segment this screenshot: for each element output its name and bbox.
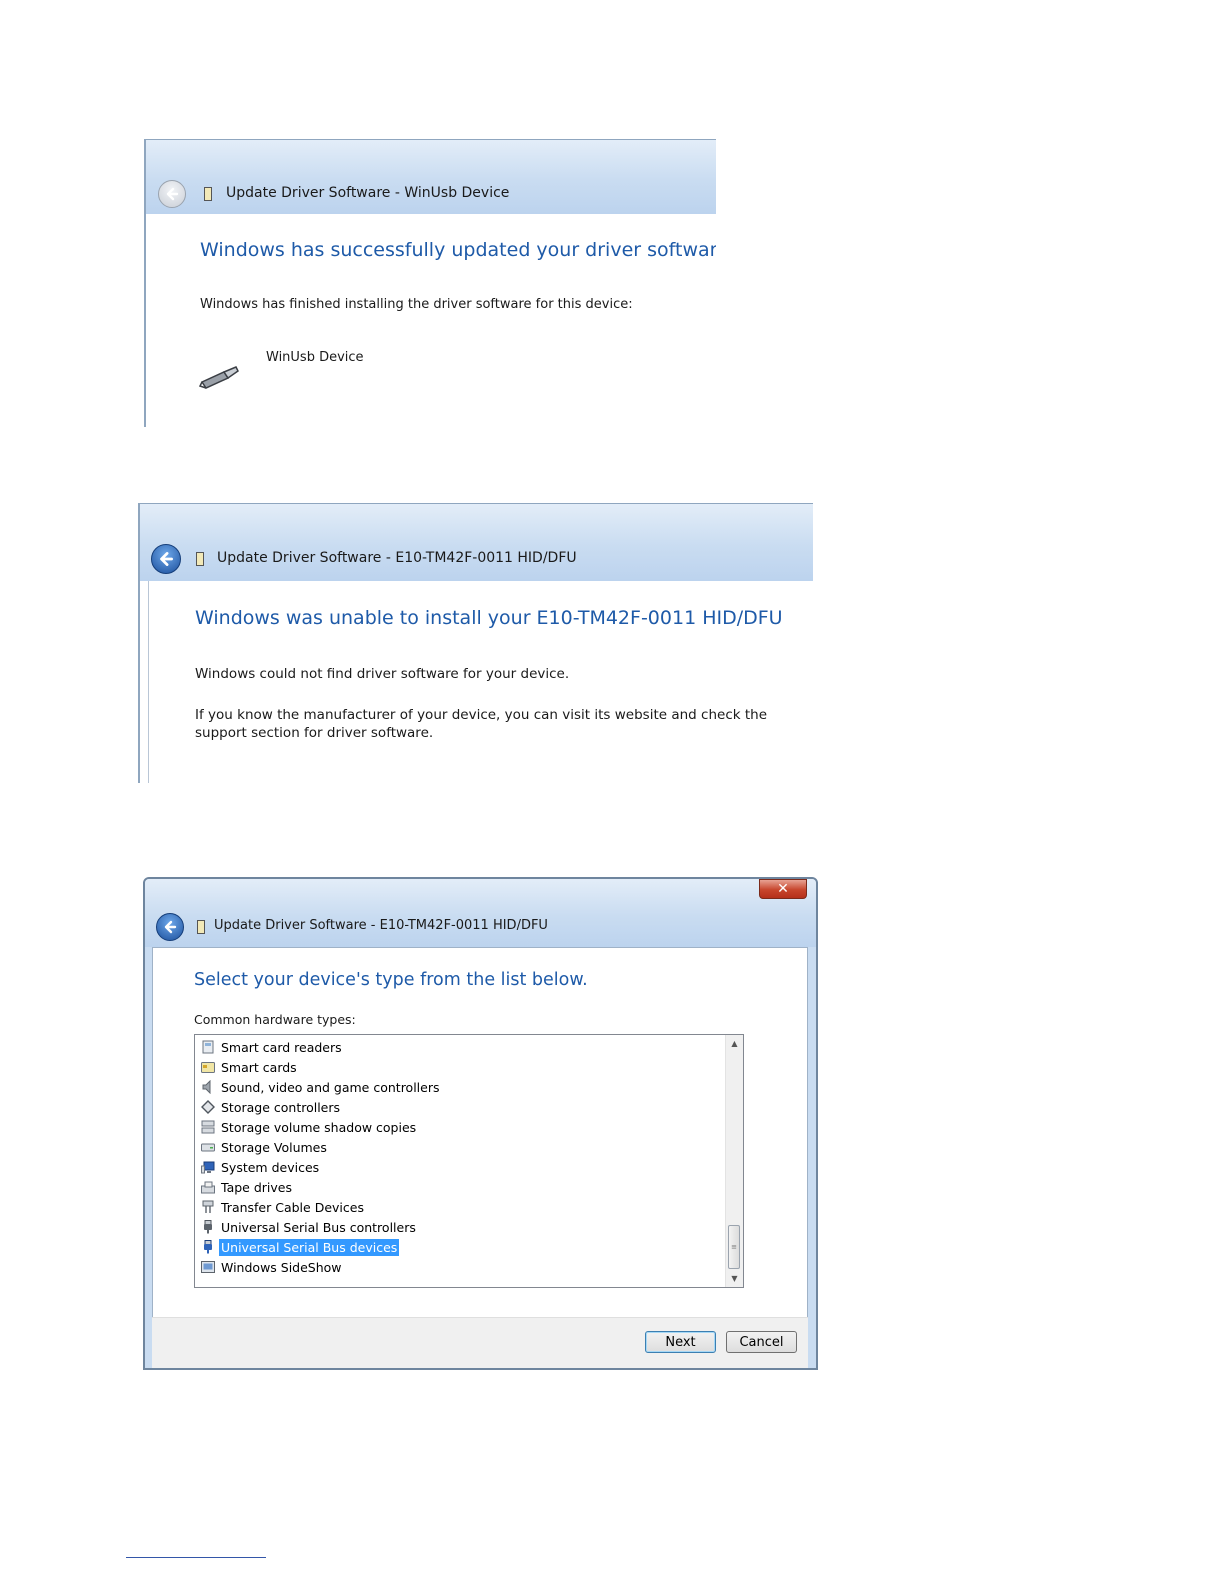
sideshow-icon: [201, 1260, 215, 1274]
select-heading: Select your device's type from the list …: [194, 970, 588, 990]
failure-advice: If you know the manufacturer of your dev…: [195, 707, 768, 741]
list-item-shadow-copies[interactable]: Storage volume shadow copies: [201, 1117, 418, 1137]
dialog-failure-content: Windows was unable to install your E10-T…: [148, 581, 813, 783]
list-item-storage-volumes[interactable]: Storage Volumes: [201, 1137, 329, 1157]
dialog-success: Update Driver Software - WinUsb Device W…: [144, 139, 716, 427]
speaker-icon: [201, 1080, 215, 1094]
dialog-title: Update Driver Software - WinUsb Device: [226, 185, 510, 201]
dialog-success-titlebar: Update Driver Software - WinUsb Device: [146, 140, 716, 214]
dialog-select-footer: Next Cancel: [152, 1317, 808, 1368]
shadow-copy-icon: [201, 1120, 215, 1134]
success-heading: Windows has successfully updated your dr…: [200, 239, 716, 261]
list-scrollbar[interactable]: ▲ ≡ ▼: [725, 1035, 743, 1287]
back-button[interactable]: [151, 544, 181, 574]
scroll-thumb[interactable]: ≡: [728, 1225, 740, 1269]
list-item-label: Windows SideShow: [221, 1259, 342, 1275]
list-item-smart-cards[interactable]: Smart cards: [201, 1057, 299, 1077]
list-item-label: Universal Serial Bus devices: [219, 1238, 400, 1256]
tape-drive-icon: [201, 1180, 215, 1194]
dialog-select-device: ✕ Update Driver Software - E10-TM42F-001…: [143, 877, 818, 1370]
hardware-type-list[interactable]: Smart card readers Smart cards Sound, vi…: [194, 1034, 744, 1288]
close-button[interactable]: ✕: [759, 879, 807, 899]
dialog-failure: Update Driver Software - E10-TM42F-0011 …: [138, 503, 813, 783]
transfer-cable-icon: [201, 1200, 215, 1214]
scroll-down-arrow-icon[interactable]: ▼: [726, 1270, 743, 1287]
list-item-storage-controllers[interactable]: Storage controllers: [201, 1097, 342, 1117]
list-item-label: Smart cards: [221, 1059, 297, 1075]
back-button[interactable]: [156, 913, 184, 941]
dialog-failure-titlebar: Update Driver Software - E10-TM42F-0011 …: [140, 504, 813, 581]
back-arrow-icon: [166, 187, 179, 201]
dialog-title: Update Driver Software - E10-TM42F-0011 …: [214, 918, 548, 933]
dialog-title: Update Driver Software - E10-TM42F-0011 …: [217, 550, 577, 566]
footnote-rule: [126, 1557, 266, 1558]
cancel-button[interactable]: Cancel: [726, 1331, 797, 1353]
list-item-sound-video-game[interactable]: Sound, video and game controllers: [201, 1077, 442, 1097]
back-arrow-icon: [164, 920, 177, 934]
list-item-label: Universal Serial Bus controllers: [221, 1219, 416, 1235]
dialog-success-content: Windows has successfully updated your dr…: [154, 214, 716, 427]
list-item-tape-drives[interactable]: Tape drives: [201, 1177, 294, 1197]
list-item-transfer-cable[interactable]: Transfer Cable Devices: [201, 1197, 366, 1217]
list-item-smart-card-readers[interactable]: Smart card readers: [201, 1037, 344, 1057]
list-item-label: Storage Volumes: [221, 1139, 327, 1155]
next-button[interactable]: Next: [645, 1331, 716, 1353]
device-title-icon: [196, 552, 204, 566]
device-name: WinUsb Device: [266, 350, 364, 365]
close-icon: ✕: [777, 881, 789, 897]
list-item-label: System devices: [221, 1159, 320, 1175]
storage-controller-icon: [201, 1100, 215, 1114]
list-item-label: Smart card readers: [221, 1039, 342, 1055]
system-devices-icon: [201, 1160, 215, 1174]
list-item-usb-controllers[interactable]: Universal Serial Bus controllers: [201, 1217, 418, 1237]
usb-device-icon: [201, 1240, 215, 1254]
back-button[interactable]: [158, 180, 186, 208]
dialog-select-content: Select your device's type from the list …: [152, 947, 808, 1327]
list-item-label: Tape drives: [221, 1179, 292, 1195]
list-item-label: Storage controllers: [221, 1099, 341, 1115]
failure-message: Windows could not find driver software f…: [195, 666, 570, 682]
list-item-system-devices[interactable]: System devices: [201, 1157, 321, 1177]
usb-controller-icon: [201, 1220, 215, 1234]
smart-card-reader-icon: [201, 1040, 215, 1054]
back-arrow-icon: [160, 552, 173, 566]
list-item-label: Storage volume shadow copies: [221, 1119, 417, 1135]
dialog-select-titlebar: ✕ Update Driver Software - E10-TM42F-001…: [145, 879, 816, 947]
scroll-up-arrow-icon[interactable]: ▲: [726, 1035, 743, 1052]
smart-card-icon: [201, 1060, 215, 1074]
usb-connector-icon: [198, 366, 239, 389]
list-item-label: Transfer Cable Devices: [221, 1199, 364, 1215]
list-item-label: Sound, video and game controllers: [221, 1079, 440, 1095]
success-message: Windows has finished installing the driv…: [200, 297, 633, 312]
storage-volume-icon: [201, 1140, 215, 1154]
device-title-icon: [204, 187, 212, 201]
list-item-windows-sideshow[interactable]: Windows SideShow: [201, 1257, 344, 1277]
list-item-usb-devices[interactable]: Universal Serial Bus devices: [201, 1237, 400, 1257]
list-caption: Common hardware types:: [194, 1012, 356, 1027]
failure-heading: Windows was unable to install your E10-T…: [195, 607, 783, 629]
device-title-icon: [197, 920, 205, 934]
